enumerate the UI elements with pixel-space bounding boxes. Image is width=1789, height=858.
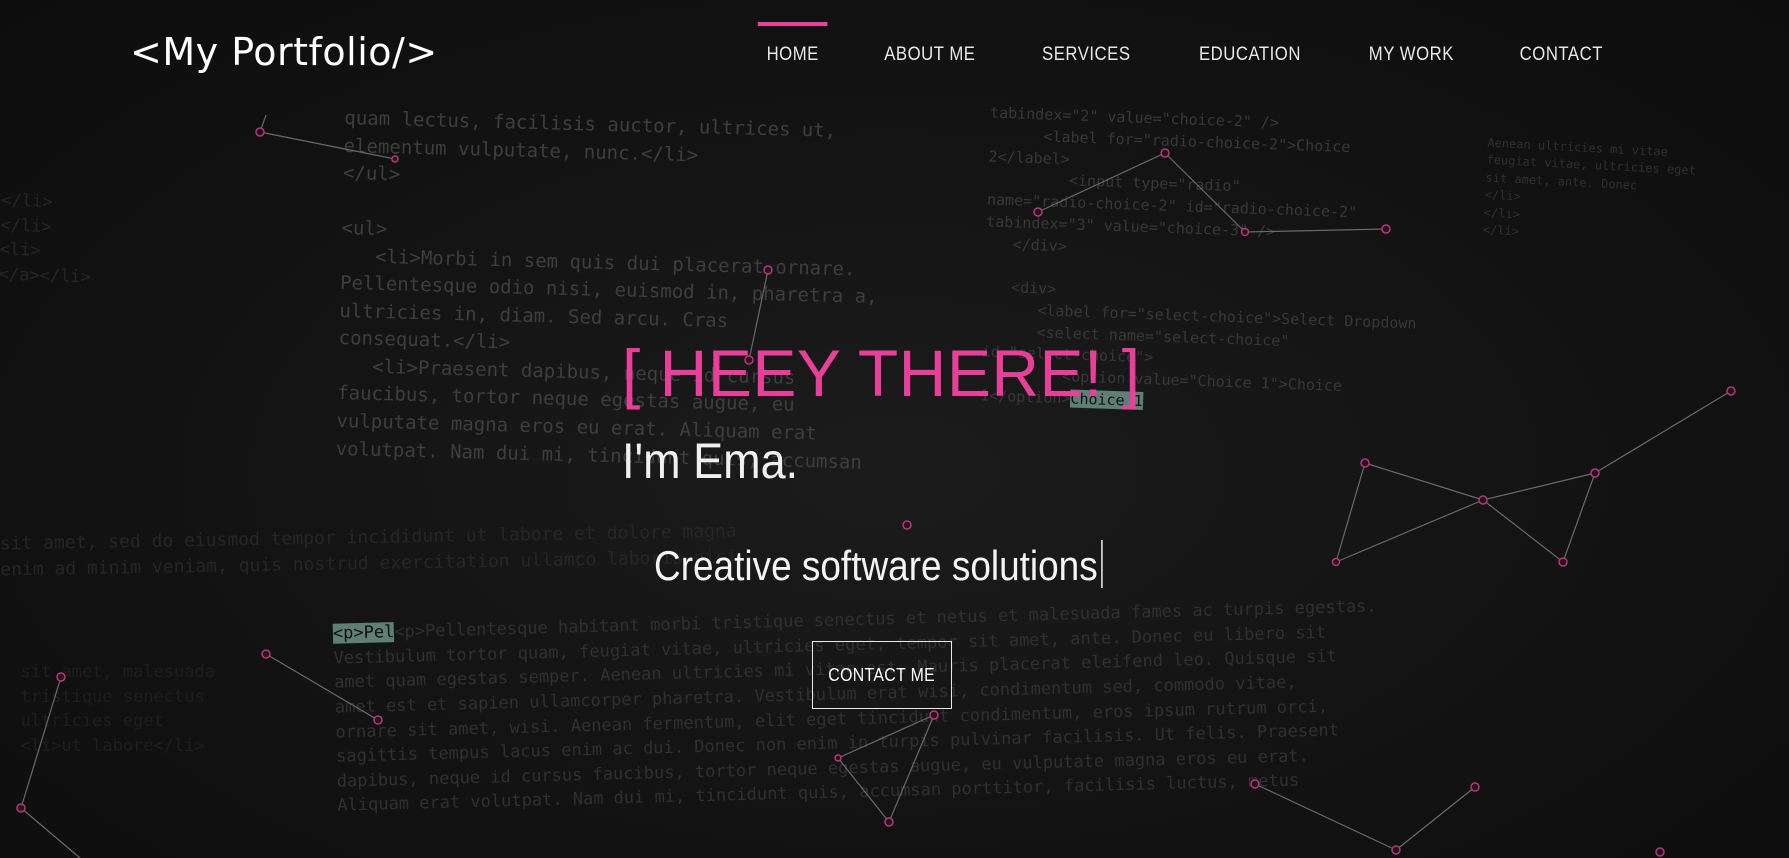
contact-me-label: CONTACT ME [828,664,936,685]
hero-name: I'm Ema. [622,433,799,489]
hero-tagline: Creative software solutions [654,540,1104,590]
hero-headline: [ HEEY THERE! ] [622,336,1141,410]
hero-section: [ HEEY THERE! ] I'm Ema. Creative softwa… [0,0,1789,858]
contact-me-button[interactable]: CONTACT ME [812,641,952,709]
hero-tagline-text: Creative software solutions [654,542,1098,589]
typing-cursor [1101,540,1104,588]
